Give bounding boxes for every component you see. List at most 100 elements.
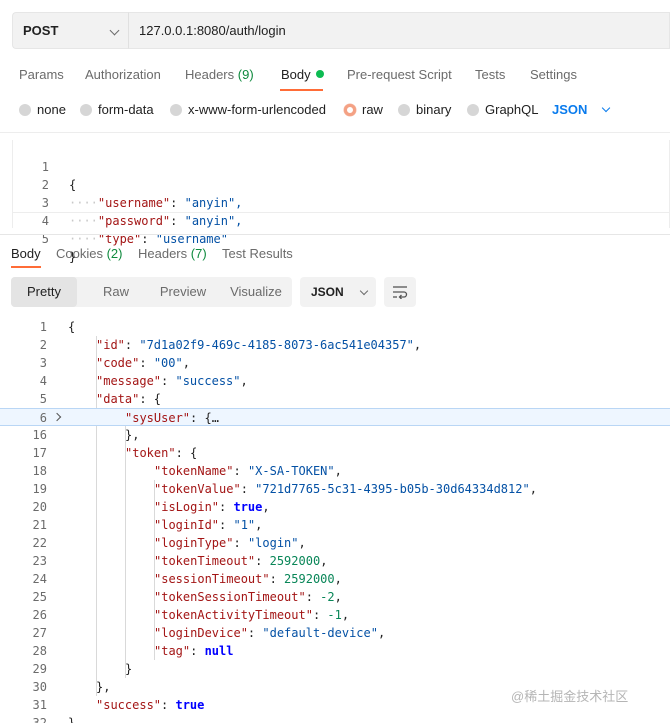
divider bbox=[0, 234, 670, 235]
request-bar: POST 127.0.0.1:8080/auth/login bbox=[12, 12, 670, 49]
url-input[interactable]: 127.0.0.1:8080/auth/login bbox=[128, 12, 670, 49]
radio-raw[interactable]: raw bbox=[344, 102, 383, 117]
active-tab-underline bbox=[11, 266, 41, 268]
view-preview[interactable]: Preview bbox=[149, 277, 217, 307]
tab-params[interactable]: Params bbox=[19, 67, 64, 82]
tab-prerequest-script[interactable]: Pre-request Script bbox=[347, 67, 452, 82]
code-line: 2 "id": "7d1a02f9-469c-4185-8073-6ac541e0… bbox=[0, 336, 670, 354]
radio-none[interactable]: none bbox=[19, 102, 66, 117]
view-raw[interactable]: Raw bbox=[87, 277, 145, 307]
line-number: 29 bbox=[32, 662, 47, 676]
json-key: "token" bbox=[125, 446, 176, 460]
line-number: 6 bbox=[39, 411, 47, 425]
body-format-select[interactable]: JSON bbox=[552, 102, 611, 117]
tab-authorization[interactable]: Authorization bbox=[85, 67, 161, 82]
code-line: 29} bbox=[0, 660, 670, 678]
line-number: 26 bbox=[32, 608, 47, 622]
code-line: 2 ····"username": "anyin", bbox=[13, 158, 243, 210]
line-number: 25 bbox=[32, 590, 47, 604]
radio-raw-label: raw bbox=[362, 102, 383, 117]
json-key: "message" bbox=[96, 374, 162, 388]
collapsed-marker[interactable]: {… bbox=[204, 411, 218, 425]
tab-test-results[interactable]: Test Results bbox=[222, 246, 293, 261]
chevron-down-icon bbox=[602, 103, 611, 113]
code-line: 19 "tokenValue": "721d7765-5c31-4395-b05b… bbox=[0, 480, 670, 498]
response-body-viewer[interactable]: 1{ 2 "id": "7d1a02f9-469c-4185-8073-6ac54… bbox=[0, 318, 670, 723]
radio-form-data[interactable]: form-data bbox=[80, 102, 154, 117]
json-key: "loginType" bbox=[154, 536, 234, 550]
radio-graphql-label: GraphQL bbox=[485, 102, 539, 117]
line-number: 3 bbox=[39, 356, 47, 370]
watermark-text: @稀土掘金技术社区 bbox=[511, 689, 629, 704]
tab-settings[interactable]: Settings bbox=[530, 67, 577, 82]
code-line: 4 ····"type": "username" bbox=[13, 194, 228, 246]
code-line: 5 } bbox=[13, 212, 76, 264]
body-type-radios: none form-data x-www-form-urlencoded raw… bbox=[0, 100, 670, 122]
line-number: 23 bbox=[32, 554, 47, 568]
json-value: 2592000 bbox=[284, 572, 335, 586]
code-line: 21 "loginId": "1", bbox=[0, 516, 670, 534]
json-key: "sessionTimeout" bbox=[154, 572, 270, 586]
radio-selected-icon bbox=[344, 103, 356, 116]
request-body-editor[interactable]: 1 { 2 ····"username": "anyin", 3 ····"pa… bbox=[12, 140, 670, 264]
json-key: "data" bbox=[96, 392, 140, 406]
tab-headers[interactable]: Headers (9) bbox=[185, 67, 254, 82]
json-key: "code" bbox=[96, 356, 140, 370]
radio-urlencoded-label: x-www-form-urlencoded bbox=[188, 102, 326, 117]
json-value: -1 bbox=[327, 608, 342, 622]
radio-graphql[interactable]: GraphQL bbox=[467, 102, 538, 117]
code-line: 5 "data": { bbox=[0, 390, 670, 408]
code-line: 32} bbox=[0, 714, 670, 723]
view-pretty[interactable]: Pretty bbox=[11, 277, 77, 307]
json-value: "1" bbox=[233, 518, 256, 532]
radio-binary[interactable]: binary bbox=[398, 102, 451, 117]
json-key: "isLogin" bbox=[154, 500, 220, 514]
response-format-select[interactable]: JSON bbox=[300, 277, 376, 307]
radio-urlencoded[interactable]: x-www-form-urlencoded bbox=[170, 102, 326, 117]
tab-response-headers-label: Headers bbox=[138, 246, 188, 261]
method-select[interactable]: POST bbox=[12, 12, 128, 49]
body-indicator-dot bbox=[315, 70, 324, 78]
tab-tests[interactable]: Tests bbox=[475, 67, 505, 82]
line-number: 32 bbox=[32, 716, 47, 723]
response-tabs: Body Cookies (2) Headers (7) Test Result… bbox=[0, 244, 670, 268]
line-number: 21 bbox=[32, 518, 47, 532]
tab-headers-count: (9) bbox=[237, 67, 254, 82]
json-value: -2 bbox=[320, 590, 335, 604]
code-line: 3 "code": "00", bbox=[0, 354, 670, 372]
code-line: 1{ bbox=[0, 318, 670, 336]
json-value: "00" bbox=[153, 356, 183, 370]
radio-icon bbox=[170, 103, 182, 116]
line-number: 17 bbox=[32, 446, 47, 460]
code-line-highlighted[interactable]: 6 "sysUser": {… bbox=[0, 408, 670, 426]
radio-form-data-label: form-data bbox=[98, 102, 154, 117]
json-value: null bbox=[204, 644, 234, 658]
chevron-down-icon bbox=[359, 286, 368, 295]
tab-body-label: Body bbox=[281, 67, 311, 82]
tab-cookies[interactable]: Cookies (2) bbox=[56, 246, 122, 261]
json-value: "login" bbox=[247, 536, 299, 550]
line-number: 5 bbox=[39, 392, 47, 406]
radio-none-label: none bbox=[37, 102, 66, 117]
line-number: 30 bbox=[32, 680, 47, 694]
code-line: 4 "message": "success", bbox=[0, 372, 670, 390]
json-key: "tokenActivityTimeout" bbox=[154, 608, 313, 622]
code-line: 3 ····"password": "anyin", bbox=[13, 176, 243, 228]
json-value: true bbox=[233, 500, 263, 514]
json-value: "7d1a02f9-469c-4185-8073-6ac541e04357" bbox=[139, 338, 414, 352]
code-line: 17 "token": { bbox=[0, 444, 670, 462]
line-number: 28 bbox=[32, 644, 47, 658]
chevron-down-icon bbox=[109, 25, 120, 36]
view-visualize[interactable]: Visualize bbox=[221, 277, 291, 307]
json-key: "tokenValue" bbox=[154, 482, 241, 496]
chevron-right-icon[interactable] bbox=[52, 412, 62, 422]
json-value: "X-SA-TOKEN" bbox=[247, 464, 335, 478]
view-mode-segmented: Pretty Raw Preview Visualize bbox=[11, 277, 292, 307]
tab-response-headers[interactable]: Headers (7) bbox=[138, 246, 207, 261]
json-key: "tokenName" bbox=[154, 464, 234, 478]
code-text: ····"username": "anyin", bbox=[69, 196, 243, 210]
wrap-lines-button[interactable] bbox=[384, 277, 416, 307]
tab-response-body[interactable]: Body bbox=[11, 246, 41, 261]
tab-body[interactable]: Body bbox=[281, 67, 324, 82]
json-key: "sysUser" bbox=[125, 411, 191, 425]
